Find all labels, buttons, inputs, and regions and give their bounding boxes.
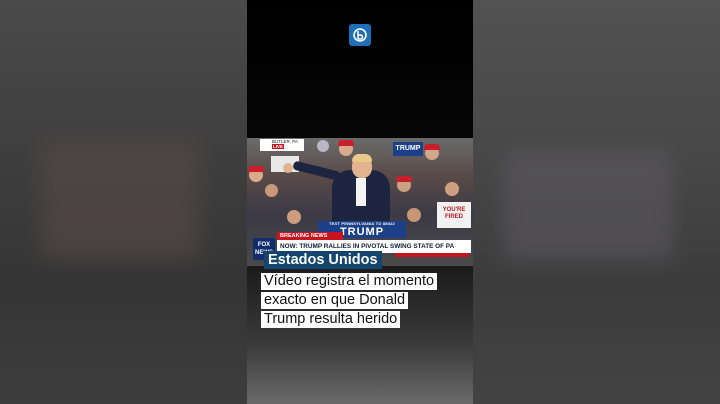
blurred-background-right	[473, 0, 720, 404]
caption-line: exacto en que Donald	[261, 292, 409, 309]
blurred-background-left	[0, 0, 247, 404]
crowd-sign: YOU'RE FIRED	[437, 202, 471, 228]
caption-line: Trump resulta herido	[261, 311, 401, 328]
crowd-sign: TRUMP	[393, 142, 423, 156]
category-tag: Estados Unidos	[264, 251, 382, 269]
location-bug: BUTLER, PA LIVE	[260, 139, 304, 151]
speaker-hand	[283, 163, 293, 173]
channel-logo[interactable]	[349, 24, 371, 46]
live-badge: LIVE	[272, 144, 285, 149]
b-icon	[353, 28, 367, 42]
breaking-news-label: BREAKING NEWS	[277, 232, 343, 240]
caption-line: Vídeo registra el momento	[261, 273, 438, 290]
